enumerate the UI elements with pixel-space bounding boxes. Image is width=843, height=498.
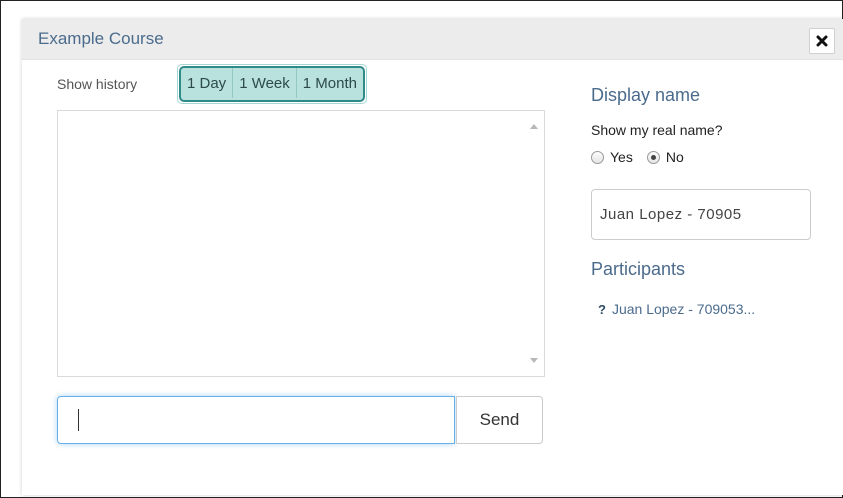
- participants-heading: Participants: [591, 259, 686, 279]
- message-input[interactable]: [57, 396, 455, 444]
- history-1-month-button[interactable]: 1 Month: [297, 68, 363, 98]
- yes-radio-label[interactable]: Yes: [610, 149, 633, 165]
- send-button[interactable]: Send: [456, 396, 543, 444]
- history-buttons: 1 Day 1 Week 1 Month: [179, 66, 365, 102]
- no-radio[interactable]: [646, 150, 660, 164]
- show-history-label: Show history: [57, 76, 138, 92]
- scroll-up-arrow-icon[interactable]: [530, 124, 538, 129]
- participant-name: Juan Lopez - 709053...: [611, 301, 756, 317]
- display-name-input[interactable]: [591, 189, 811, 240]
- display-name-heading: Display name: [591, 85, 701, 105]
- history-1-day-button[interactable]: 1 Day: [181, 68, 234, 98]
- participant-item[interactable]: ? Juan Lopez - 709053...: [598, 301, 755, 317]
- chat-dialog: Example Course Show history 1 Day 1 Week…: [22, 19, 843, 495]
- message-list[interactable]: [57, 110, 545, 377]
- close-icon: [816, 35, 828, 47]
- dialog-titlebar: Example Course: [22, 19, 843, 60]
- window-frame: Example Course Show history 1 Day 1 Week…: [0, 0, 843, 498]
- close-button[interactable]: [809, 28, 835, 54]
- history-1-week-button[interactable]: 1 Week: [233, 68, 297, 98]
- dialog-title: Example Course: [38, 29, 164, 48]
- history-button-group: 1 Day 1 Week 1 Month: [177, 64, 367, 104]
- text-caret: [78, 409, 79, 431]
- scroll-down-arrow-icon[interactable]: [530, 358, 538, 363]
- yes-radio[interactable]: [591, 150, 604, 164]
- show-real-name-label: Show my real name?: [591, 122, 723, 138]
- question-mark-icon: ?: [598, 301, 606, 317]
- real-name-radio-group: Yes No: [591, 149, 698, 165]
- no-radio-label[interactable]: No: [666, 149, 684, 165]
